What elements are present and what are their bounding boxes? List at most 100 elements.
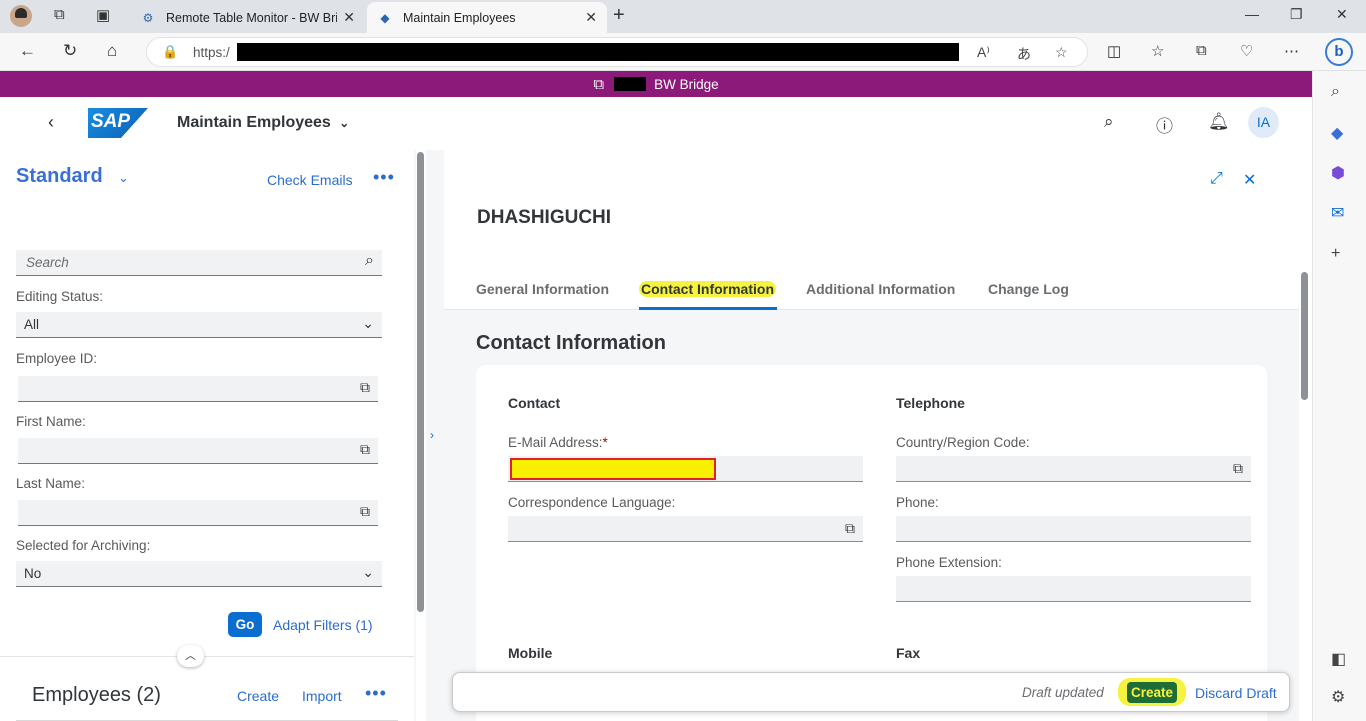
app-title-menu[interactable]: Maintain Employees ⌄ (177, 114, 349, 132)
shopping-tag-icon[interactable]: ◆ (1331, 123, 1343, 143)
more-actions-icon[interactable]: ••• (365, 683, 387, 704)
list-report-pane: Standard ⌄ Check Emails ••• Search ⌕ Edi… (0, 150, 414, 721)
last-name-input[interactable]: ⧉ (18, 500, 378, 526)
more-menu-icon[interactable]: ⋯ (1284, 42, 1299, 60)
tab-additional-information[interactable]: Additional Information (806, 281, 955, 297)
refresh-icon[interactable]: ↻ (63, 41, 77, 61)
sap-logo[interactable]: SAP (88, 108, 148, 138)
editing-status-select[interactable]: All ⌄ (16, 312, 382, 338)
close-window-icon[interactable]: ✕ (1336, 6, 1348, 23)
country-code-input[interactable]: ⧉ (896, 456, 1251, 482)
right-scrollbar-thumb[interactable] (1301, 272, 1308, 400)
split-screen-icon[interactable]: ◫ (1107, 42, 1121, 60)
collapse-header-icon[interactable]: ︿ (177, 645, 204, 667)
add-icon[interactable]: + (1331, 245, 1340, 263)
url-field[interactable]: 🔒 https:/ A⁾ あ ☆ (146, 37, 1088, 67)
translate-icon[interactable]: あ (1017, 44, 1031, 64)
editing-status-value: All (24, 317, 40, 332)
value-help-icon[interactable]: ⧉ (360, 379, 370, 396)
settings-gear-icon[interactable]: ⚙ (1331, 687, 1345, 707)
chevron-down-icon[interactable]: ⌄ (118, 170, 129, 186)
sidebar-toggle-icon[interactable]: ◧ (1331, 649, 1346, 669)
collections-icon[interactable]: ⧉ (1196, 42, 1207, 59)
notifications-bell-icon[interactable]: 🔔︎ (1208, 112, 1230, 132)
app-title: Maintain Employees (177, 114, 331, 131)
workspaces-icon[interactable]: ⧉ (54, 6, 65, 23)
value-help-icon[interactable]: ⧉ (1233, 460, 1243, 477)
email-label-text: E-Mail Address: (508, 435, 603, 450)
phone-input[interactable] (896, 516, 1251, 542)
outlook-icon[interactable]: ✉ (1331, 203, 1344, 223)
check-emails-button[interactable]: Check Emails (267, 172, 353, 188)
minimize-icon[interactable]: — (1245, 6, 1259, 22)
create-button-highlight[interactable]: Create (1118, 678, 1186, 706)
close-icon[interactable]: ✕ (585, 9, 597, 26)
gear-icon: ⚙ (142, 10, 154, 25)
browser-tab-maintain-employees[interactable]: ◆ Maintain Employees ✕ (367, 2, 607, 33)
user-avatar[interactable]: IA (1248, 107, 1279, 138)
create-employee-button[interactable]: Create (237, 688, 279, 704)
browser-tab-remote-table-monitor[interactable]: ⚙ Remote Table Monitor - BW Brid ✕ (130, 2, 365, 33)
office-icon[interactable]: ⬢ (1331, 163, 1345, 183)
search-icon[interactable]: ⌕ (1331, 83, 1340, 101)
tab-change-log[interactable]: Change Log (988, 281, 1069, 297)
address-bar-row: ← ↻ ⌂ 🔒 https:/ A⁾ あ ☆ ◫ ☆ ⧉ ♡ ⋯ (0, 33, 1366, 71)
favorites-icon[interactable]: ☆ (1151, 42, 1164, 60)
search-icon[interactable]: ⌕ (365, 252, 374, 270)
adapt-filters-button[interactable]: Adapt Filters (1) (273, 617, 373, 633)
table-title: Employees (2) (32, 684, 161, 706)
help-icon[interactable]: ⓘ (1156, 112, 1173, 137)
contact-group-title: Contact (508, 395, 561, 411)
browser-tab-bar: ⧉ ▣ ⚙ Remote Table Monitor - BW Brid ✕ ◆… (0, 0, 1366, 33)
bing-icon[interactable]: b (1325, 38, 1353, 66)
tab-contact-information[interactable]: Contact Information (639, 281, 776, 297)
import-button[interactable]: Import (302, 688, 342, 704)
back-arrow-icon[interactable]: ← (19, 41, 36, 61)
search-input[interactable]: Search ⌕ (16, 250, 382, 276)
value-help-icon[interactable]: ⧉ (360, 441, 370, 458)
divider (0, 656, 414, 657)
employee-id-input[interactable]: ⧉ (18, 376, 378, 402)
expand-arrow-icon[interactable]: › (430, 428, 434, 442)
chevron-down-icon: ⌄ (339, 116, 350, 130)
first-name-input[interactable]: ⧉ (18, 438, 378, 464)
right-scrollbar[interactable] (1299, 150, 1312, 721)
archiving-select[interactable]: No ⌄ (16, 561, 382, 587)
value-help-icon[interactable]: ⧉ (845, 520, 855, 537)
tab-actions-icon[interactable]: ▣ (96, 6, 110, 24)
logo-text: SAP (91, 111, 131, 132)
profile-avatar-icon[interactable] (10, 5, 32, 27)
redacted-email-highlight (510, 458, 716, 480)
country-code-label: Country/Region Code: (896, 435, 1030, 450)
search-icon[interactable]: ⌕ (1104, 112, 1114, 132)
app-favicon-icon: ◆ (380, 10, 390, 25)
discard-draft-button[interactable]: Discard Draft (1195, 685, 1277, 701)
new-tab-icon[interactable]: + (613, 4, 625, 27)
close-icon[interactable]: ✕ (1243, 170, 1256, 190)
go-button[interactable]: Go (228, 612, 262, 637)
read-aloud-icon[interactable]: A⁾ (977, 44, 990, 61)
redacted-url (237, 43, 959, 61)
tab-general-information[interactable]: General Information (476, 281, 609, 297)
pane-splitter[interactable] (426, 150, 443, 721)
email-input[interactable] (508, 456, 863, 482)
employee-id-label: Employee ID: (16, 351, 98, 366)
left-scrollbar-thumb[interactable] (417, 152, 424, 612)
first-name-label: First Name: (16, 414, 86, 429)
home-icon[interactable]: ⌂ (107, 41, 117, 61)
language-input[interactable]: ⧉ (508, 516, 863, 542)
more-actions-icon[interactable]: ••• (373, 167, 395, 188)
restore-icon[interactable]: ❐ (1290, 6, 1303, 23)
back-chevron-icon[interactable]: ‹ (48, 112, 54, 133)
object-title: DHASHIGUCHI (477, 207, 612, 228)
close-icon[interactable]: ✕ (343, 9, 355, 26)
favorite-star-icon[interactable]: ☆ (1055, 44, 1068, 61)
selected-tab-indicator (639, 307, 777, 310)
create-button[interactable]: Create (1127, 682, 1177, 703)
variant-selector[interactable]: Standard (16, 165, 103, 188)
fullscreen-icon[interactable]: ⤢ (1210, 170, 1223, 188)
performance-icon[interactable]: ♡ (1240, 42, 1253, 60)
phone-extension-input[interactable] (896, 576, 1251, 602)
value-help-icon[interactable]: ⧉ (360, 503, 370, 520)
editing-status-label: Editing Status: (16, 289, 104, 304)
